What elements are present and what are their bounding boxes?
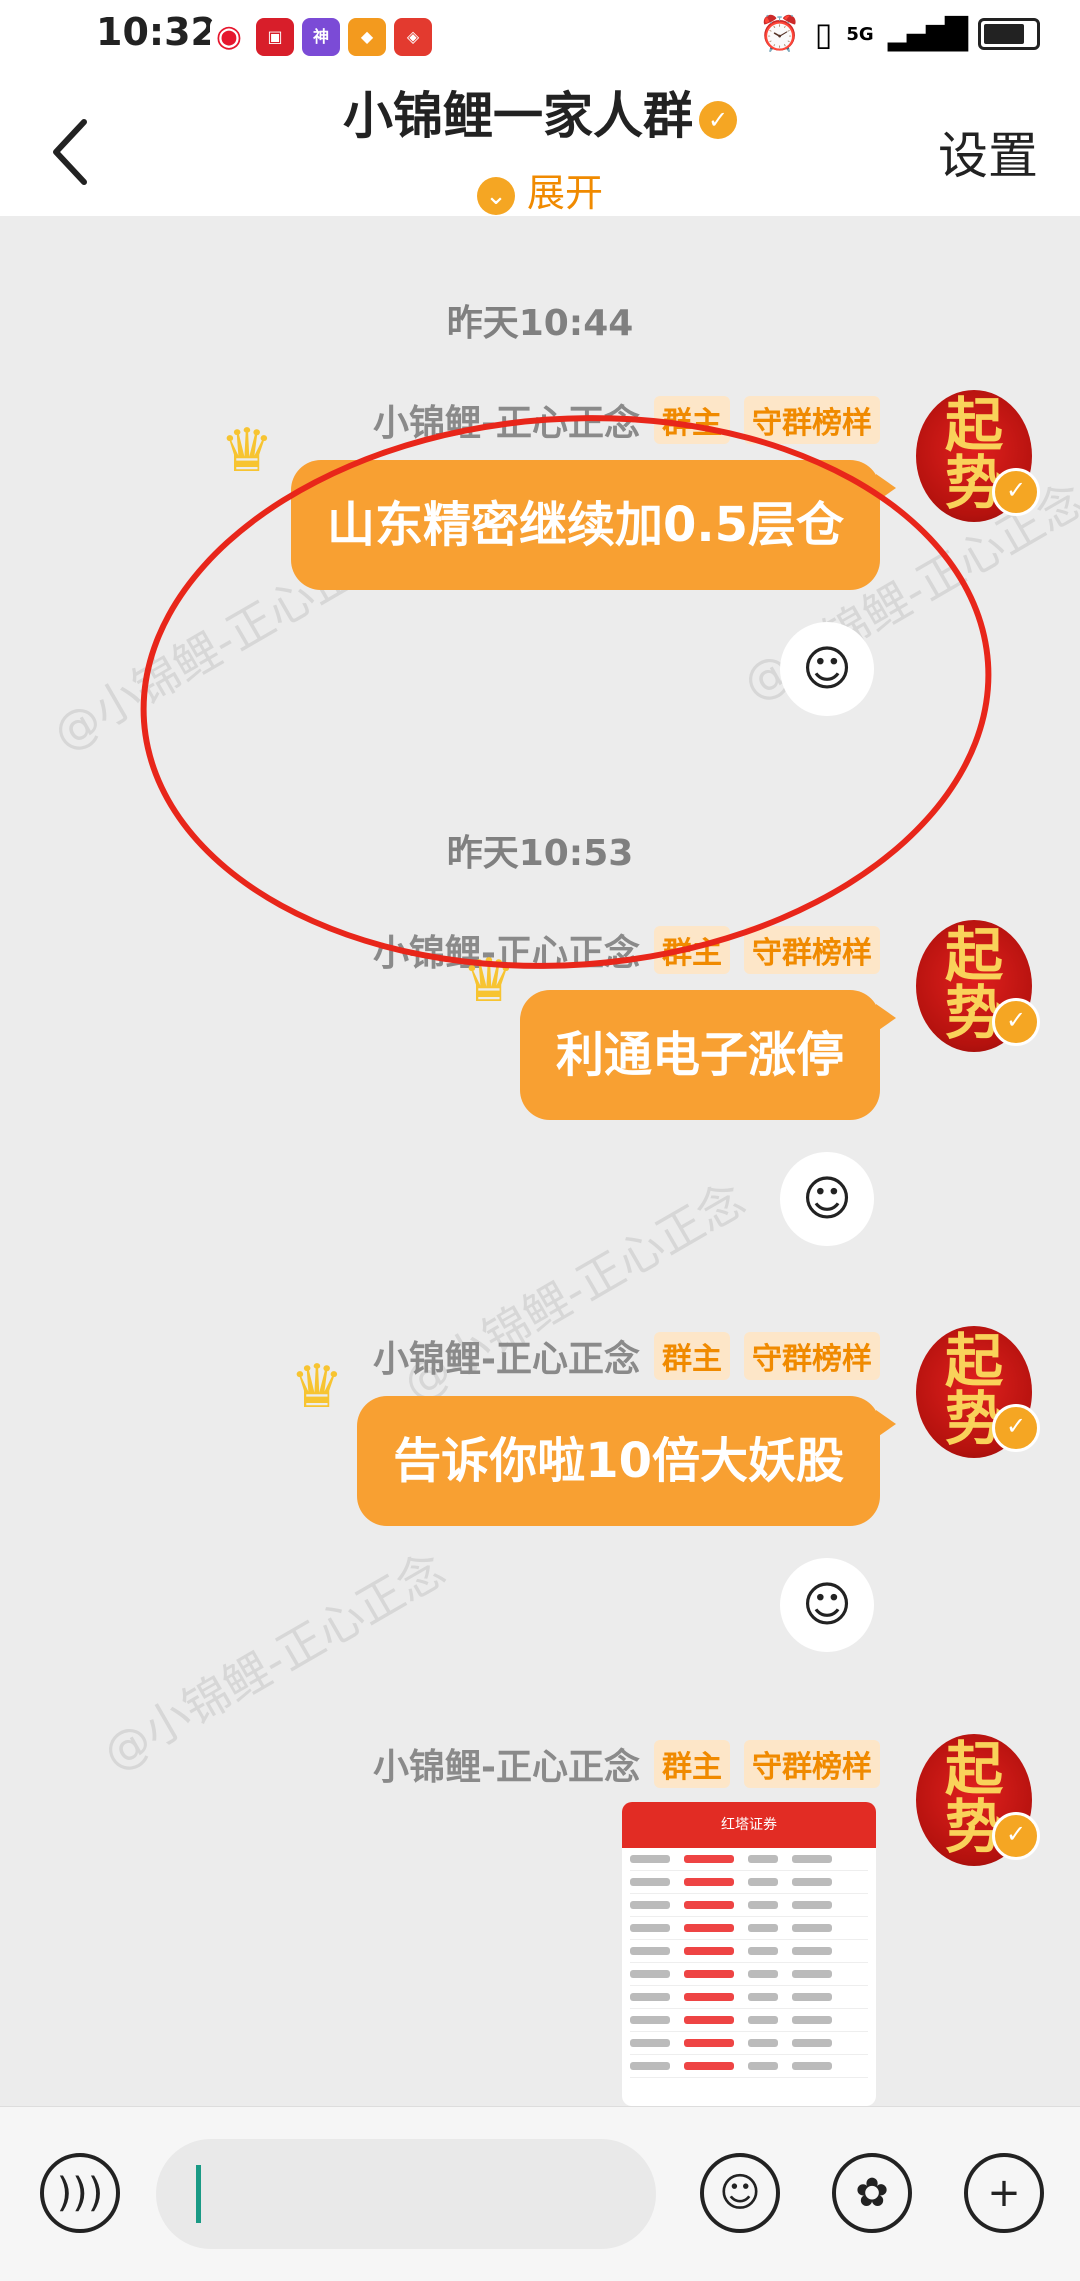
- image-header: 红塔证券: [622, 1802, 876, 1848]
- input-bar: ))) ☺ ✿ +: [0, 2106, 1080, 2281]
- chevron-down-icon: ⌄: [476, 176, 515, 215]
- plus-button[interactable]: +: [964, 2153, 1044, 2233]
- weibo-icon: ◉: [210, 18, 248, 56]
- vibrate-icon: ▯: [814, 15, 833, 53]
- group-title: 小锦鲤一家人群 ✓: [0, 76, 1080, 148]
- avatar[interactable]: 起势 ✓: [916, 1326, 1040, 1458]
- verified-icon: ✓: [992, 1404, 1040, 1452]
- sender-name: 小锦鲤-正心正念: [373, 1747, 640, 1788]
- text-cursor: [196, 2165, 201, 2223]
- app-red-icon: ▣: [256, 18, 294, 56]
- battery-icon: [978, 18, 1040, 50]
- signal-label: 5G: [846, 23, 874, 45]
- add-reaction-button[interactable]: ☺: [780, 1152, 874, 1246]
- sticker-button[interactable]: ✿: [832, 2153, 912, 2233]
- crown-icon: ♛: [290, 1352, 344, 1422]
- sender-row: 小锦鲤-正心正念 群主 守群榜样: [373, 1738, 880, 1790]
- app-red2-icon: ◈: [394, 18, 432, 56]
- role-badge: 守群榜样: [744, 1740, 880, 1788]
- verified-icon: ✓: [992, 998, 1040, 1046]
- image-message[interactable]: 红塔证券: [622, 1802, 876, 2106]
- message-timestamp: 昨天10:44: [446, 303, 634, 344]
- verified-icon: ✓: [699, 100, 737, 139]
- message-bubble[interactable]: 告诉你啦10倍大妖股: [357, 1396, 896, 1526]
- expand-button[interactable]: ⌄ 展开: [0, 162, 1080, 217]
- owner-badge: 群主: [654, 1332, 730, 1380]
- role-badge: 守群榜样: [744, 926, 880, 974]
- status-right: ⏰ ▯ 5G ▂▄▆█: [758, 14, 1040, 54]
- role-badge: 守群榜样: [744, 1332, 880, 1380]
- app-orange-icon: ◆: [348, 18, 386, 56]
- status-time: 10:32: [96, 10, 217, 54]
- message-bubble[interactable]: 利通电子涨停: [519, 990, 897, 1120]
- message-input[interactable]: [156, 2139, 656, 2249]
- avatar[interactable]: 起势 ✓: [916, 920, 1040, 1052]
- settings-button[interactable]: 设置: [938, 116, 1038, 188]
- sender-name: 小锦鲤-正心正念: [373, 1339, 640, 1380]
- chat-area[interactable]: @小锦鲤-正心正念 @小锦鲤-正心正念 @小锦鲤-正心正念 @小锦鲤-正心正念 …: [0, 216, 1080, 2106]
- role-badge: 守群榜样: [744, 396, 880, 444]
- verified-icon: ✓: [992, 1812, 1040, 1860]
- chat-header: 小锦鲤一家人群 ✓ ⌄ 展开 设置: [0, 70, 1080, 216]
- avatar[interactable]: 起势 ✓: [916, 1734, 1040, 1866]
- owner-badge: 群主: [654, 1740, 730, 1788]
- avatar[interactable]: 起势 ✓: [916, 390, 1040, 522]
- expand-label: 展开: [526, 171, 603, 215]
- verified-icon: ✓: [992, 468, 1040, 516]
- status-bar: 10:32 ◉ ▣ 神 ◆ ◈ ⏰ ▯ 5G ▂▄▆█: [0, 0, 1080, 70]
- signal-icon: ▂▄▆█: [887, 16, 968, 52]
- group-title-text: 小锦鲤一家人群: [343, 87, 693, 145]
- crown-icon: ♛: [220, 416, 274, 486]
- alarm-icon: ⏰: [758, 14, 801, 54]
- voice-button[interactable]: ))): [40, 2153, 120, 2233]
- add-reaction-button[interactable]: ☺: [780, 1558, 874, 1652]
- emoji-button[interactable]: ☺: [700, 2153, 780, 2233]
- sender-row: 小锦鲤-正心正念 群主 守群榜样: [373, 1330, 880, 1382]
- shenzhou-app-icon: 神: [302, 18, 340, 56]
- image-title: 红塔证券: [721, 1817, 777, 1833]
